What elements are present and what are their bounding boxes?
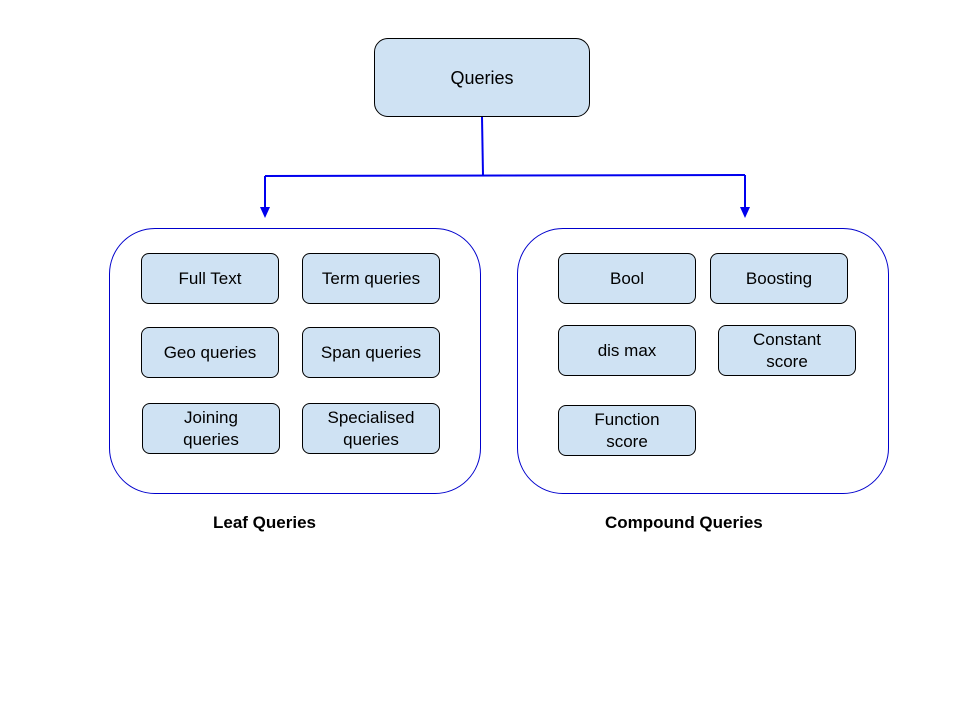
- node-specialised-queries: Specialised queries: [302, 403, 440, 454]
- node-label: Bool: [609, 268, 645, 288]
- node-span-queries: Span queries: [302, 327, 440, 378]
- node-full-text: Full Text: [141, 253, 279, 304]
- node-label: Full Text: [178, 268, 242, 288]
- node-label: Joining queries: [183, 407, 239, 449]
- node-label: Constant score: [752, 329, 822, 371]
- node-bool: Bool: [558, 253, 696, 304]
- leaf-queries-caption: Leaf Queries: [213, 513, 316, 532]
- trunk-line: [481, 116, 484, 176]
- node-label: Term queries: [321, 268, 421, 288]
- node-geo-queries: Geo queries: [141, 327, 279, 378]
- node-constant-score: Constant score: [718, 325, 856, 376]
- node-boosting: Boosting: [710, 253, 848, 304]
- node-term-queries: Term queries: [302, 253, 440, 304]
- node-label: Geo queries: [163, 342, 257, 362]
- arrow-head-compound: [740, 207, 750, 218]
- node-label: Boosting: [745, 268, 813, 288]
- node-function-score: Function score: [558, 405, 696, 456]
- queries-root-node: Queries: [374, 38, 590, 117]
- node-label: Span queries: [320, 342, 422, 362]
- queries-root-label: Queries: [450, 67, 514, 88]
- arrow-head-leaf: [260, 207, 270, 218]
- node-label: Function score: [594, 409, 660, 451]
- node-dis-max: dis max: [558, 325, 696, 376]
- node-label: Specialised queries: [327, 407, 415, 449]
- branch-horizontal-line: [264, 174, 746, 177]
- compound-queries-caption: Compound Queries: [605, 513, 763, 532]
- node-joining-queries: Joining queries: [142, 403, 280, 454]
- node-label: dis max: [597, 340, 657, 360]
